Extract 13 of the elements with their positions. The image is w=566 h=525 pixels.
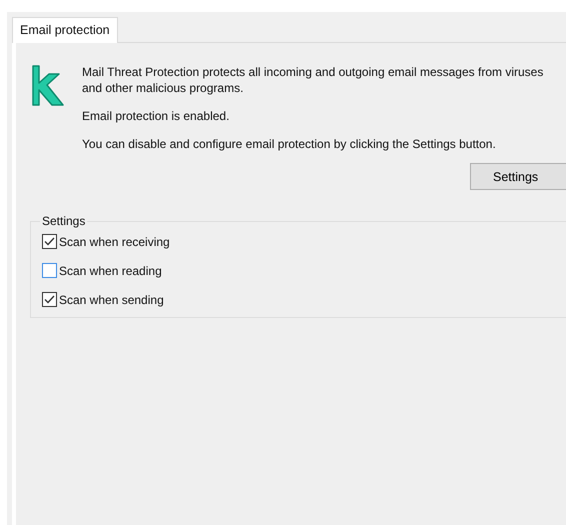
option-label: Scan when receiving xyxy=(59,234,170,248)
tab[interactable]: Email protection xyxy=(12,17,118,43)
checkbox[interactable] xyxy=(42,234,57,249)
settings-button[interactable]: Settings xyxy=(470,163,566,190)
description-text: Mail Threat Protection protects all incoming and outgoing email messages from viruses and other malicious programs. xyxy=(82,64,544,96)
option-label: Scan when reading xyxy=(59,264,162,278)
option-label: Scan when sending xyxy=(59,292,164,306)
hint-text: You can disable and configure email protection by clicking the Settings button. xyxy=(82,136,497,152)
group-title: Settings xyxy=(41,214,86,228)
logo-icon xyxy=(30,64,66,107)
checkbox[interactable] xyxy=(42,292,57,307)
status-text: Email protection is enabled. xyxy=(82,108,230,124)
checkbox[interactable] xyxy=(42,263,57,278)
